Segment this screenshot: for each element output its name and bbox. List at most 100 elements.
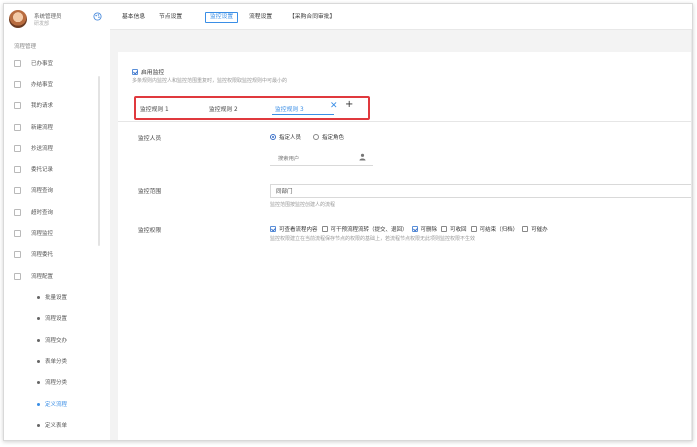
- tab-node-settings[interactable]: 节点设置: [157, 12, 184, 23]
- tabs-divider: [118, 121, 692, 122]
- nav-section-title: 流程管理: [14, 44, 37, 50]
- sidebar-subitem-flow-assign[interactable]: 流程交办: [37, 334, 97, 346]
- monitor-person-label: 监控人员: [138, 136, 162, 142]
- sidebar-subitem-label: 表单分类: [45, 359, 68, 365]
- enable-monitor-checkbox[interactable]: 启用监控: [132, 67, 164, 76]
- bullet-icon: [37, 380, 40, 384]
- user-org: 研发部: [34, 21, 50, 27]
- delegate-icon: [14, 250, 21, 258]
- sidebar-item-label: 流程委托: [31, 252, 54, 258]
- tab-monitor-settings[interactable]: 监控设置: [205, 12, 239, 23]
- record-icon: [14, 165, 21, 173]
- active-tab-indicator: [272, 114, 334, 115]
- tab-rule-1[interactable]: 监控规则 1: [140, 104, 169, 113]
- list-icon: [14, 59, 21, 67]
- bullet-icon: [37, 423, 40, 427]
- permission-recall[interactable]: 可收回: [441, 225, 467, 233]
- sidebar-subitem-label: 定义流程: [45, 402, 68, 408]
- avatar[interactable]: [9, 10, 27, 28]
- permission-label: 可干预流程流转（提交、退回）: [330, 227, 408, 233]
- permission-label: 可收回: [450, 227, 467, 233]
- user-panel[interactable]: 系统管理员 研发部: [4, 4, 104, 38]
- sidebar-item-done[interactable]: 已办事宜: [14, 57, 94, 69]
- panel-right-border: [691, 30, 692, 440]
- top-tab-bar: 基本信息 节点设置 监控设置 流程设置 【采购合同审批】: [110, 4, 692, 30]
- user-icon[interactable]: [359, 153, 366, 161]
- bullet-icon: [37, 359, 40, 363]
- palette-icon[interactable]: [93, 12, 102, 21]
- bullet-icon: [37, 295, 40, 299]
- sidebar-subitem-define-form[interactable]: 定义表单: [37, 419, 97, 431]
- bullet-icon: [37, 402, 40, 406]
- sidebar-subitem-define-flow[interactable]: 定义流程: [37, 398, 97, 410]
- permission-delete[interactable]: 可删除: [411, 225, 437, 233]
- sidebar-subitem-batch-settings[interactable]: 批量设置: [37, 291, 97, 303]
- permission-finish[interactable]: 可结束（归档）: [470, 225, 518, 233]
- add-rule-button[interactable]: +: [345, 100, 353, 110]
- sidebar-item-label: 流程查询: [31, 188, 54, 194]
- sidebar-subitem-label: 流程设置: [45, 316, 68, 322]
- radio-specified-user[interactable]: [270, 134, 276, 140]
- permission-view-content[interactable]: 可查看流程内容: [270, 225, 318, 233]
- sidebar-item-label: 新建流程: [31, 125, 54, 131]
- sidebar-item-flow-query[interactable]: 流程查询: [14, 184, 94, 196]
- sidebar-subitem-label: 流程分类: [45, 380, 68, 386]
- sidebar-item-my-requests[interactable]: 我的请求: [14, 99, 94, 111]
- checkbox-unchecked-icon[interactable]: [470, 226, 477, 232]
- sidebar-item-cc-flow[interactable]: 抄送流程: [14, 142, 94, 154]
- checkbox-checked-icon[interactable]: [411, 226, 418, 232]
- sidebar-item-label: 委托记录: [31, 167, 54, 173]
- close-icon[interactable]: ✕: [330, 101, 338, 111]
- sidebar-item-label: 办结事宜: [31, 82, 54, 88]
- sidebar-item-label: 抄送流程: [31, 146, 54, 152]
- sidebar-subitem-flow-settings[interactable]: 流程设置: [37, 312, 97, 324]
- copy-icon: [14, 144, 21, 152]
- sidebar-subitem-label: 批量设置: [45, 295, 68, 301]
- sidebar-subitem-flow-category[interactable]: 流程分类: [37, 376, 97, 388]
- permission-hint: 监控权限建立在当前流程保存节点的权限的基础上，若流程节点权限无此项则监控权限不生…: [270, 236, 476, 242]
- permission-intervene[interactable]: 可干预流程流转（提交、退回）: [321, 225, 408, 233]
- enable-monitor-hint: 多条规则内监控人和监控范围重复时，监控权限取监控规则中可最小的: [132, 78, 288, 84]
- app-window: 系统管理员 研发部 流程管理 已办事宜 办结事宜 我的请求 新建流程 抄送流程 …: [3, 3, 693, 441]
- tab-rule-2[interactable]: 监控规则 2: [209, 104, 238, 113]
- radio-specified-role[interactable]: [313, 134, 320, 140]
- monitor-person-radio-group: 指定人员 指定角色: [270, 133, 344, 141]
- tab-rule-3[interactable]: 监控规则 3: [275, 104, 304, 113]
- search-icon: [14, 186, 21, 194]
- monitor-settings-panel: 启用监控 多条规则内监控人和监控范围重复时，监控权限取监控规则中可最小的 监控规…: [118, 52, 692, 440]
- monitor-range-field[interactable]: [270, 184, 692, 198]
- sidebar-item-finished[interactable]: 办结事宜: [14, 78, 94, 90]
- sidebar-item-label: 已办事宜: [31, 61, 54, 67]
- sidebar-item-delegation-records[interactable]: 委托记录: [14, 163, 94, 175]
- sidebar-item-new-flow[interactable]: 新建流程: [14, 121, 94, 133]
- tab-flow-settings[interactable]: 流程设置: [247, 12, 274, 23]
- main-area: 基本信息 节点设置 监控设置 流程设置 【采购合同审批】 启用监控 多条规则内监…: [110, 4, 692, 440]
- checkbox-checked-icon[interactable]: [270, 226, 276, 232]
- user-name: 系统管理员: [34, 14, 62, 20]
- sidebar-item-label: 流程配置: [31, 274, 54, 280]
- sidebar-item-flow-monitor[interactable]: 流程监控: [14, 227, 94, 239]
- checkbox-checked-icon[interactable]: [132, 68, 138, 75]
- sidebar-scrollbar[interactable]: [98, 76, 100, 246]
- sidebar-subitem-form-category[interactable]: 表单分类: [37, 355, 97, 367]
- sidebar-item-flow-config[interactable]: 流程配置: [14, 270, 94, 282]
- checkbox-unchecked-icon[interactable]: [321, 226, 328, 232]
- radio-label: 指定角色: [322, 135, 345, 141]
- bullet-icon: [37, 338, 40, 342]
- clock-icon: [14, 80, 21, 88]
- request-icon: [14, 101, 21, 109]
- permission-label: 可催办: [531, 227, 548, 233]
- monitor-permission-label: 监控权限: [138, 228, 162, 234]
- checkbox-unchecked-icon[interactable]: [522, 226, 529, 232]
- sidebar-item-label: 超时查询: [31, 210, 54, 216]
- sidebar-item-timeout-query[interactable]: 超时查询: [14, 206, 94, 218]
- tab-basic-info[interactable]: 基本信息: [120, 12, 147, 23]
- permission-urge[interactable]: 可催办: [522, 225, 548, 233]
- sidebar-subitem-label: 流程交办: [45, 338, 68, 344]
- sidebar-item-flow-delegate[interactable]: 流程委托: [14, 248, 94, 260]
- document-icon: [14, 123, 21, 131]
- search-user-input[interactable]: [270, 152, 373, 166]
- checkbox-unchecked-icon[interactable]: [441, 226, 448, 232]
- sidebar-subitem-label: 定义表单: [45, 423, 68, 429]
- tab-flow-name[interactable]: 【采购合同审批】: [287, 12, 337, 23]
